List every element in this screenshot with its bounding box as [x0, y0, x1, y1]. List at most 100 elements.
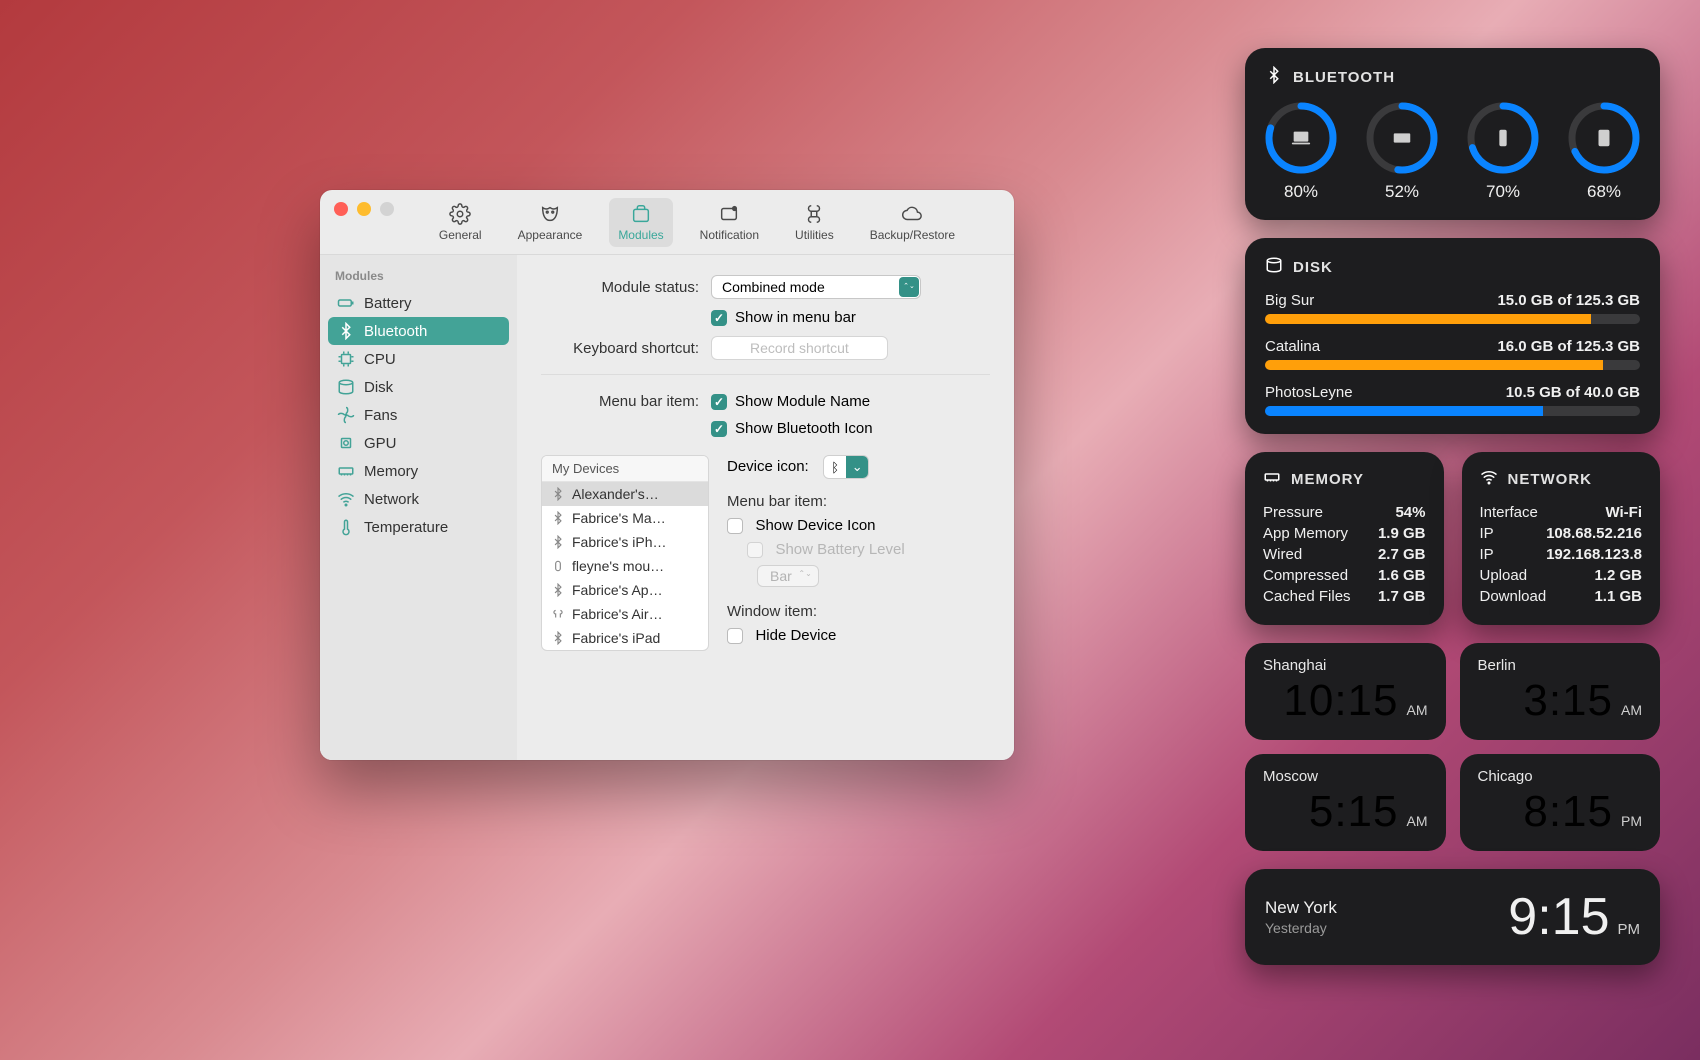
devices-header: My Devices [542, 456, 708, 482]
stat-row: Cached Files1.7 GB [1263, 588, 1426, 605]
show-module-name-checkbox[interactable] [711, 394, 727, 410]
show-bluetooth-icon-label: Show Bluetooth Icon [735, 420, 873, 437]
sidebar-item-network[interactable]: Network [328, 485, 509, 513]
network-widget: NETWORK InterfaceWi-FiIP108.68.52.216IP1… [1462, 452, 1661, 625]
device-row[interactable]: Fabrice's iPh… [542, 530, 708, 554]
show-device-icon-checkbox[interactable] [727, 518, 743, 534]
show-battery-level-label: Show Battery Level [775, 541, 904, 558]
device-name: Fabrice's iPh… [572, 534, 666, 550]
stat-row: IP108.68.52.216 [1480, 525, 1643, 542]
tablet-icon [1568, 102, 1640, 174]
battery-pct: 68% [1587, 182, 1621, 202]
ampm-label: AM [1621, 702, 1642, 718]
device-name: Fabrice's Ap… [572, 582, 663, 598]
sidebar-item-temperature[interactable]: Temperature [328, 513, 509, 541]
disk-widget: DISK Big Sur15.0 GB of 125.3 GBCatalina1… [1245, 238, 1660, 434]
module-status-label: Module status: [541, 279, 711, 296]
sidebar-item-fans[interactable]: Fans [328, 401, 509, 429]
keyboard-shortcut-label: Keyboard shortcut: [541, 340, 711, 357]
stat-value: Wi-Fi [1605, 504, 1642, 521]
stat-value: 1.1 GB [1594, 588, 1642, 605]
bluetooth-small-icon [551, 631, 565, 645]
show-in-menubar-checkbox[interactable] [711, 310, 727, 326]
sidebar-item-label: Battery [364, 295, 412, 312]
sidebar-item-label: CPU [364, 351, 396, 368]
bluetooth-device-ring: 68% [1568, 102, 1640, 202]
tab-backup[interactable]: Backup/Restore [861, 198, 964, 247]
tab-appearance[interactable]: Appearance [509, 198, 592, 247]
sidebar-header: Modules [328, 265, 509, 289]
world-clock-widget: Shanghai10:15AMBerlin3:15AMMoscow5:15AMC… [1245, 643, 1660, 851]
close-icon[interactable] [334, 202, 348, 216]
gpu-icon [337, 434, 355, 452]
stat-key: Pressure [1263, 504, 1323, 521]
stat-key: Upload [1480, 567, 1528, 584]
sidebar-item-disk[interactable]: Disk [328, 373, 509, 401]
stat-key: App Memory [1263, 525, 1348, 542]
device-row[interactable]: Fabrice's iPad [542, 626, 708, 650]
zoom-icon[interactable] [380, 202, 394, 216]
bluetooth-device-ring: 80% [1265, 102, 1337, 202]
disk-volume-row: Big Sur15.0 GB of 125.3 GB [1265, 292, 1640, 324]
sidebar-item-label: GPU [364, 435, 397, 452]
volume-name: PhotosLeyne [1265, 384, 1353, 401]
bluetooth-device-ring: 52% [1366, 102, 1438, 202]
device-icon-picker[interactable]: ᛒ ⌄ [823, 455, 869, 479]
stat-key: Interface [1480, 504, 1538, 521]
airpods-icon [551, 607, 565, 621]
device-row[interactable]: Fabrice's Ap… [542, 578, 708, 602]
devices-list: My Devices Alexander's… Fabrice's Ma… Fa… [541, 455, 709, 651]
ampm-label: AM [1407, 702, 1428, 718]
bluetooth-icon [1265, 66, 1283, 88]
memory-widget: MEMORY Pressure54%App Memory1.9 GBWired2… [1245, 452, 1444, 625]
sidebar-item-memory[interactable]: Memory [328, 457, 509, 485]
bluetooth-small-icon [551, 535, 565, 549]
window-item-label: Window item: [727, 603, 990, 620]
ampm-label: PM [1621, 813, 1642, 829]
device-name: Alexander's… [572, 486, 659, 502]
tab-general[interactable]: General [430, 198, 491, 247]
stat-key: IP [1480, 546, 1494, 563]
stat-row: Download1.1 GB [1480, 588, 1643, 605]
chevron-updown-icon [899, 277, 919, 297]
sidebar-item-battery[interactable]: Battery [328, 289, 509, 317]
stat-value: 1.2 GB [1594, 567, 1642, 584]
volume-usage: 16.0 GB of 125.3 GB [1497, 338, 1640, 355]
tab-modules[interactable]: Modules [609, 198, 672, 247]
command-icon [803, 203, 825, 225]
tab-notification[interactable]: Notification [691, 198, 768, 247]
device-row[interactable]: Fabrice's Ma… [542, 506, 708, 530]
record-shortcut-button[interactable]: Record shortcut [711, 336, 888, 360]
sidebar-item-bluetooth[interactable]: Bluetooth [328, 317, 509, 345]
stat-row: Interface Wi-Fi [1480, 504, 1643, 521]
hide-device-checkbox[interactable] [727, 628, 743, 644]
device-options: Device icon: ᛒ ⌄ Menu bar item: Show Dev… [727, 455, 990, 651]
show-in-menubar-label: Show in menu bar [735, 309, 856, 326]
device-row[interactable]: Alexander's… [542, 482, 708, 506]
device-row[interactable]: fleyne's mou… [542, 554, 708, 578]
sidebar-item-cpu[interactable]: CPU [328, 345, 509, 373]
tab-label: Utilities [795, 228, 834, 242]
widget-title: DISK [1293, 259, 1333, 276]
tab-utilities[interactable]: Utilities [786, 198, 843, 247]
memory-icon [1263, 468, 1281, 490]
battery-icon [337, 294, 355, 312]
minimize-icon[interactable] [357, 202, 371, 216]
city-label: Moscow [1263, 768, 1428, 785]
battery-pct: 70% [1486, 182, 1520, 202]
menu-bar-item-label: Menu bar item: [727, 493, 990, 510]
phone-icon [1467, 102, 1539, 174]
city-label: New York [1265, 898, 1337, 918]
volume-name: Big Sur [1265, 292, 1314, 309]
tab-label: General [439, 228, 482, 242]
stat-value: 2.7 GB [1378, 546, 1426, 563]
sidebar-item-label: Disk [364, 379, 393, 396]
modules-sidebar: Modules Battery Bluetooth CPU Disk Fans [320, 255, 517, 760]
show-bluetooth-icon-checkbox[interactable] [711, 421, 727, 437]
sidebar-item-gpu[interactable]: GPU [328, 429, 509, 457]
prefs-body: Modules Battery Bluetooth CPU Disk Fans [320, 254, 1014, 760]
cloud-icon [901, 203, 923, 225]
device-name: Fabrice's Ma… [572, 510, 666, 526]
device-row[interactable]: Fabrice's Air… [542, 602, 708, 626]
module-status-select[interactable]: Combined mode [711, 275, 921, 299]
